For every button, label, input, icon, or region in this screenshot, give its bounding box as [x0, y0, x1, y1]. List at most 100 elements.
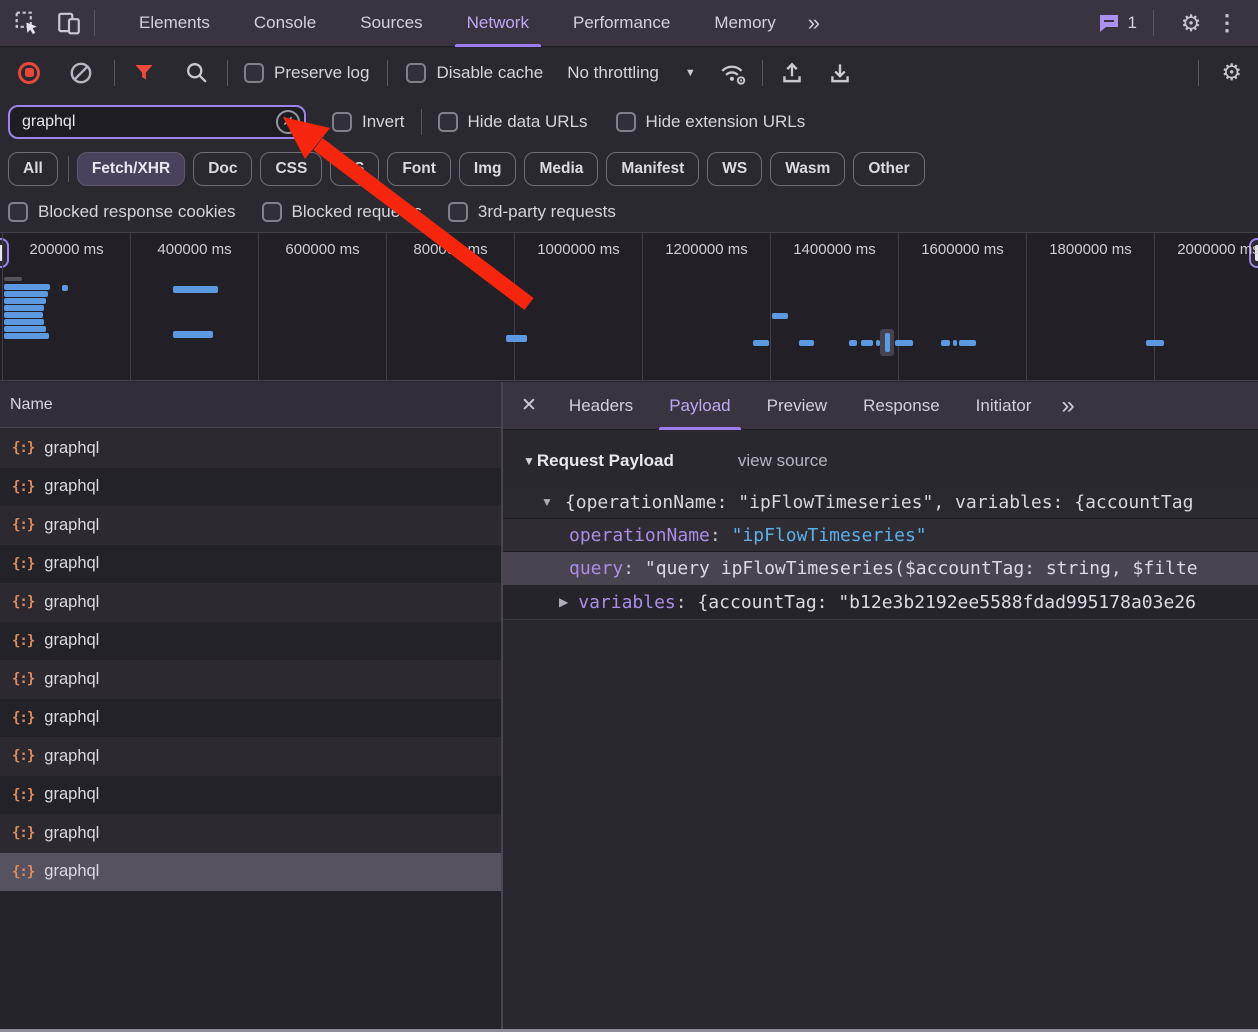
- tab-memory[interactable]: Memory: [692, 0, 797, 47]
- hide-extension-urls-checkbox[interactable]: Hide extension URLs: [616, 112, 806, 132]
- inspect-element-icon[interactable]: [12, 8, 42, 38]
- divider: [387, 60, 388, 86]
- view-source-link[interactable]: view source: [738, 451, 828, 471]
- tab-network[interactable]: Network: [445, 0, 551, 47]
- request-row[interactable]: {:}graphql: [0, 468, 501, 507]
- chip-manifest[interactable]: Manifest: [606, 152, 699, 186]
- timeline-column-1400000-ms: 1400000 ms: [770, 233, 898, 381]
- settings-gear-icon[interactable]: ⚙: [1176, 8, 1206, 38]
- network-overview-timeline[interactable]: 200000 ms400000 ms600000 ms800000 ms1000…: [0, 233, 1258, 381]
- search-button[interactable]: [181, 58, 211, 88]
- chip-js[interactable]: JS: [330, 152, 379, 186]
- record-network-log-button[interactable]: [14, 58, 44, 88]
- timeline-column-1200000-ms: 1200000 ms: [642, 233, 770, 381]
- request-name: graphql: [44, 554, 99, 573]
- chip-doc[interactable]: Doc: [193, 152, 252, 186]
- clear-filter-icon[interactable]: ✕: [276, 110, 300, 134]
- waterfall-bar: [173, 331, 213, 338]
- waterfall-bar: [753, 340, 769, 346]
- request-name: graphql: [44, 708, 99, 727]
- blocked-response-cookies-checkbox[interactable]: Blocked response cookies: [8, 202, 236, 222]
- filter-toggle-button[interactable]: [129, 58, 159, 88]
- chip-img[interactable]: Img: [459, 152, 517, 186]
- waterfall-bar: [4, 277, 22, 281]
- details-tab-initiator[interactable]: Initiator: [958, 382, 1050, 430]
- issues-message-icon[interactable]: [1094, 8, 1124, 38]
- close-icon[interactable]: ✕: [503, 394, 551, 417]
- divider: [94, 10, 95, 36]
- details-tab-headers[interactable]: Headers: [551, 382, 651, 430]
- request-row[interactable]: {:}graphql: [0, 583, 501, 622]
- payload-root-row[interactable]: ▼ {operationName: "ipFlowTimeseries", va…: [503, 486, 1258, 519]
- details-tab-payload[interactable]: Payload: [651, 382, 748, 430]
- chip-media[interactable]: Media: [524, 152, 598, 186]
- divider: [421, 109, 422, 135]
- network-settings-gear-icon[interactable]: ⚙: [1221, 61, 1242, 84]
- chip-wasm[interactable]: Wasm: [770, 152, 845, 186]
- request-name: graphql: [44, 516, 99, 535]
- more-tabs-icon[interactable]: »: [798, 10, 830, 36]
- request-row[interactable]: {:}graphql: [0, 776, 501, 815]
- payload-root-preview: {operationName: "ipFlowTimeseries", vari…: [553, 492, 1194, 513]
- tab-performance[interactable]: Performance: [551, 0, 692, 47]
- waterfall-bar: [4, 298, 46, 304]
- payload-variables-row[interactable]: ▶ variables: {accountTag: "b12e3b2192ee5…: [503, 585, 1258, 620]
- request-row[interactable]: {:}graphql: [0, 660, 501, 699]
- device-toolbar-icon[interactable]: [54, 8, 84, 38]
- request-name: graphql: [44, 824, 99, 843]
- request-row[interactable]: {:}graphql: [0, 545, 501, 584]
- blocked-requests-checkbox[interactable]: Blocked requests: [262, 202, 422, 222]
- chip-fetch-xhr[interactable]: Fetch/XHR: [77, 152, 185, 186]
- chip-all[interactable]: All: [8, 152, 58, 186]
- import-har-button[interactable]: [777, 58, 807, 88]
- request-name: graphql: [44, 785, 99, 804]
- network-conditions-button[interactable]: [718, 58, 748, 88]
- filter-input[interactable]: [8, 105, 306, 139]
- kebab-menu-icon[interactable]: ⋮: [1206, 10, 1248, 36]
- fetch-xhr-icon: {:}: [12, 864, 34, 880]
- block-icon: [68, 60, 94, 86]
- payload-query-row[interactable]: query: "query ipFlowTimeseries($accountT…: [503, 552, 1258, 585]
- divider: [114, 60, 115, 86]
- triangle-right-icon: ▶: [503, 595, 568, 609]
- details-tab-bar: ✕ HeadersPayloadPreviewResponseInitiator…: [503, 382, 1258, 430]
- waterfall-bar: [4, 312, 43, 318]
- details-tab-response[interactable]: Response: [845, 382, 958, 430]
- timeline-label: 1400000 ms: [793, 241, 876, 381]
- tab-console[interactable]: Console: [232, 0, 338, 47]
- request-name: graphql: [44, 477, 99, 496]
- waterfall-bar: [4, 284, 50, 290]
- hide-data-urls-checkbox[interactable]: Hide data URLs: [438, 112, 588, 132]
- tab-sources[interactable]: Sources: [338, 0, 444, 47]
- request-row[interactable]: {:}graphql: [0, 853, 501, 892]
- request-row[interactable]: {:}graphql: [0, 699, 501, 738]
- waterfall-bar: [959, 340, 976, 346]
- throttling-dropdown[interactable]: No throttling ▼: [567, 63, 696, 83]
- chip-font[interactable]: Font: [387, 152, 451, 186]
- request-row[interactable]: {:}graphql: [0, 622, 501, 661]
- timeline-label: 1800000 ms: [1049, 241, 1132, 381]
- preserve-log-checkbox[interactable]: Preserve log: [244, 63, 369, 83]
- third-party-requests-checkbox[interactable]: 3rd-party requests: [448, 202, 616, 222]
- waterfall-bar: [799, 340, 814, 346]
- chip-other[interactable]: Other: [853, 152, 924, 186]
- request-row[interactable]: {:}graphql: [0, 814, 501, 853]
- clear-network-log-button[interactable]: [66, 58, 96, 88]
- timeline-column-1600000-ms: 1600000 ms: [898, 233, 1026, 381]
- tab-elements[interactable]: Elements: [117, 0, 232, 47]
- request-row[interactable]: {:}graphql: [0, 429, 501, 468]
- name-column-header[interactable]: Name: [0, 382, 501, 428]
- request-payload-section-header[interactable]: ▼ Request Payload view source: [503, 445, 1258, 477]
- payload-operation-row[interactable]: operationName: "ipFlowTimeseries": [503, 519, 1258, 552]
- export-har-button[interactable]: [825, 58, 855, 88]
- chip-ws[interactable]: WS: [707, 152, 762, 186]
- more-details-tabs-icon[interactable]: »: [1049, 392, 1086, 420]
- waterfall-bar: [4, 291, 48, 297]
- chip-css[interactable]: CSS: [260, 152, 322, 186]
- request-row[interactable]: {:}graphql: [0, 506, 501, 545]
- waterfall-bar: [4, 333, 49, 339]
- request-row[interactable]: {:}graphql: [0, 737, 501, 776]
- invert-checkbox[interactable]: Invert: [332, 112, 405, 132]
- disable-cache-checkbox[interactable]: Disable cache: [406, 63, 543, 83]
- details-tab-preview[interactable]: Preview: [749, 382, 845, 430]
